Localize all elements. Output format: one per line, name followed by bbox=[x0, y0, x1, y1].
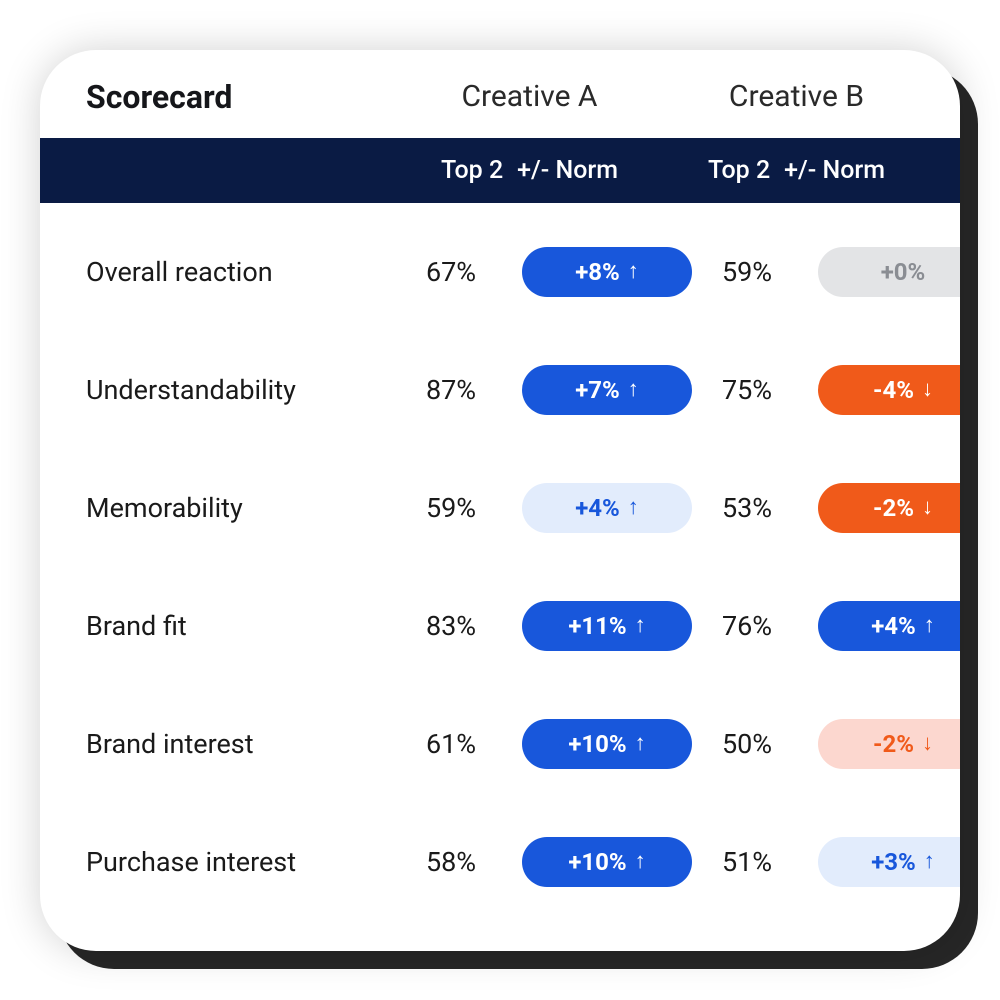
top2-value: 50% bbox=[692, 728, 802, 760]
norm-pill: +3% ↑ bbox=[818, 837, 960, 887]
norm-pill: -4% ↓ bbox=[818, 365, 960, 415]
top2-value: 87% bbox=[396, 374, 506, 406]
subheader-norm: +/- Norm bbox=[517, 156, 618, 185]
data-row: Overall reaction67% +8% ↑ 59% +0% bbox=[86, 213, 930, 331]
norm-value: +4% bbox=[575, 494, 620, 522]
metric-label: Overall reaction bbox=[86, 256, 396, 288]
metric-cell-a: 87% +7% ↑ bbox=[396, 365, 692, 415]
arrow-down-icon: ↓ bbox=[922, 733, 933, 755]
metric-label: Brand fit bbox=[86, 610, 396, 642]
arrow-up-icon: ↑ bbox=[924, 615, 935, 637]
subheader-group-a: Top 2 +/- Norm bbox=[396, 156, 663, 185]
metric-cell-b: 53% -2% ↓ bbox=[692, 483, 960, 533]
subheader-row: Top 2 +/- Norm Top 2 +/- Norm bbox=[40, 138, 960, 203]
column-header-a: Creative A bbox=[396, 79, 663, 114]
arrow-up-icon: ↑ bbox=[628, 379, 639, 401]
top2-value: 75% bbox=[692, 374, 802, 406]
top2-value: 76% bbox=[692, 610, 802, 642]
arrow-up-icon: ↑ bbox=[628, 261, 639, 283]
data-rows: Overall reaction67% +8% ↑ 59% +0% Understanda… bbox=[40, 203, 960, 931]
norm-value: -2% bbox=[873, 494, 914, 522]
metric-cell-b: 76% +4% ↑ bbox=[692, 601, 960, 651]
norm-pill: +11% ↑ bbox=[522, 601, 692, 651]
norm-value: +10% bbox=[568, 730, 626, 758]
metric-label: Understandability bbox=[86, 374, 396, 406]
norm-value: +11% bbox=[568, 612, 626, 640]
norm-value: +8% bbox=[575, 258, 620, 286]
norm-value: -2% bbox=[873, 730, 914, 758]
metric-cell-a: 61% +10% ↑ bbox=[396, 719, 692, 769]
metric-label: Purchase interest bbox=[86, 846, 396, 878]
norm-pill: -2% ↓ bbox=[818, 719, 960, 769]
arrow-up-icon: ↑ bbox=[635, 733, 646, 755]
top2-value: 59% bbox=[692, 256, 802, 288]
metric-label: Memorability bbox=[86, 492, 396, 524]
data-row: Memorability59% +4% ↑ 53% -2% ↓ bbox=[86, 449, 930, 567]
top2-value: 51% bbox=[692, 846, 802, 878]
norm-pill: +10% ↑ bbox=[522, 837, 692, 887]
metric-cell-a: 83% +11% ↑ bbox=[396, 601, 692, 651]
norm-pill: +8% ↑ bbox=[522, 247, 692, 297]
arrow-up-icon: ↑ bbox=[635, 851, 646, 873]
top2-value: 58% bbox=[396, 846, 506, 878]
arrow-down-icon: ↓ bbox=[922, 379, 933, 401]
norm-pill: +4% ↑ bbox=[522, 483, 692, 533]
norm-pill: -2% ↓ bbox=[818, 483, 960, 533]
norm-value: +0% bbox=[881, 258, 926, 286]
top2-value: 59% bbox=[396, 492, 506, 524]
norm-value: -4% bbox=[873, 376, 914, 404]
metric-cell-b: 51% +3% ↑ bbox=[692, 837, 960, 887]
metric-cell-a: 67% +8% ↑ bbox=[396, 247, 692, 297]
top2-value: 53% bbox=[692, 492, 802, 524]
norm-pill: +10% ↑ bbox=[522, 719, 692, 769]
metric-label: Brand interest bbox=[86, 728, 396, 760]
arrow-up-icon: ↑ bbox=[628, 497, 639, 519]
subheader-norm: +/- Norm bbox=[784, 156, 885, 185]
arrow-up-icon: ↑ bbox=[635, 615, 646, 637]
metric-cell-a: 59% +4% ↑ bbox=[396, 483, 692, 533]
data-row: Understandability87% +7% ↑ 75% -4% ↓ bbox=[86, 331, 930, 449]
arrow-down-icon: ↓ bbox=[922, 497, 933, 519]
subheader-top2: Top 2 bbox=[708, 156, 770, 185]
norm-value: +7% bbox=[575, 376, 620, 404]
metric-cell-b: 75% -4% ↓ bbox=[692, 365, 960, 415]
header-row: Scorecard Creative A Creative B bbox=[40, 50, 960, 138]
subheader-top2: Top 2 bbox=[441, 156, 503, 185]
arrow-up-icon: ↑ bbox=[924, 851, 935, 873]
metric-cell-b: 50% -2% ↓ bbox=[692, 719, 960, 769]
norm-pill: +7% ↑ bbox=[522, 365, 692, 415]
card-title: Scorecard bbox=[86, 78, 396, 116]
metric-cell-a: 58% +10% ↑ bbox=[396, 837, 692, 887]
norm-pill: +4% ↑ bbox=[818, 601, 960, 651]
data-row: Brand fit83% +11% ↑76% +4% ↑ bbox=[86, 567, 930, 685]
norm-value: +3% bbox=[871, 848, 916, 876]
top2-value: 67% bbox=[396, 256, 506, 288]
norm-value: +4% bbox=[871, 612, 916, 640]
top2-value: 61% bbox=[396, 728, 506, 760]
data-row: Brand interest61% +10% ↑ 50% -2% ↓ bbox=[86, 685, 930, 803]
column-header-b: Creative B bbox=[663, 79, 930, 114]
top2-value: 83% bbox=[396, 610, 506, 642]
data-row: Purchase interest58% +10% ↑51% +3% ↑ bbox=[86, 803, 930, 921]
scorecard-card: Scorecard Creative A Creative B Top 2 +/… bbox=[40, 50, 960, 951]
metric-cell-b: 59% +0% bbox=[692, 247, 960, 297]
norm-pill: +0% bbox=[818, 247, 960, 297]
subheader-group-b: Top 2 +/- Norm bbox=[663, 156, 930, 185]
norm-value: +10% bbox=[568, 848, 626, 876]
